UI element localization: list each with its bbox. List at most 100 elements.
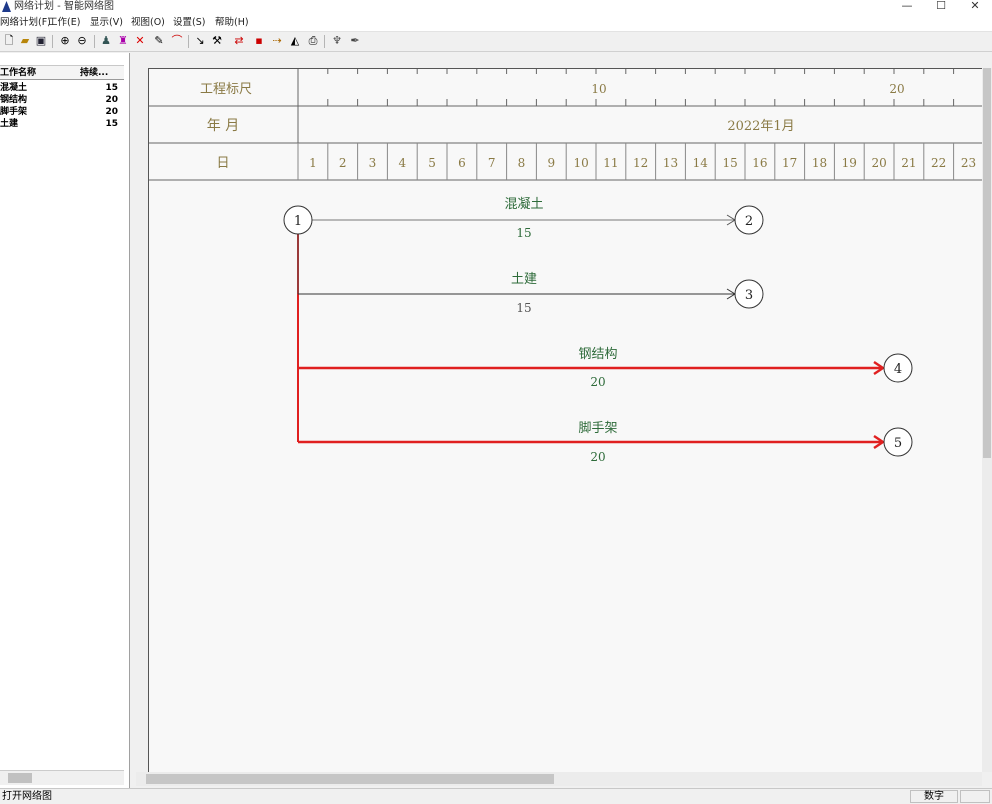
day-cell-7: 7: [488, 156, 496, 170]
activity-name: 钢结构: [578, 347, 617, 362]
status-pane-numlock: 数字: [910, 790, 958, 803]
print-icon[interactable]: ⎙: [306, 34, 320, 48]
zoom-out-icon[interactable]: ⊖: [75, 34, 89, 48]
activity-name: 土建: [511, 272, 537, 287]
day-cell-6: 6: [458, 156, 466, 170]
task-row[interactable]: 钢结构 20: [0, 95, 124, 106]
status-text: 打开网络图: [2, 791, 52, 802]
day-cell-8: 8: [518, 156, 526, 170]
network-diagram: 1 2 3 4 5 6 7 8 9 10 11 12 13 14 15 16 17 18 19 20 21 22 23 工程…: [149, 69, 982, 464]
menu-help[interactable]: 帮助(H): [215, 16, 249, 30]
day-cell-4: 4: [398, 156, 406, 170]
column-header-name[interactable]: 工作名称: [0, 66, 36, 80]
window-title: 网络计划 - 智能网络图: [14, 1, 114, 12]
network-diagram-canvas[interactable]: 1 2 3 4 5 6 7 8 9 10 11 12 13 14 15 16 17 18 19 20 21 22 23 工程…: [148, 68, 982, 772]
day-cell-16: 16: [752, 156, 767, 170]
toolbar: 🗋 ▰ ▣ ⊕ ⊖ ♟ ♜ ✕ ✎ ⌒ ↘ ⚒ ⇄ ▪ ⇢ ◭ ⎙ ♆ ✒: [0, 32, 992, 52]
app-window: 网络计划 - 智能网络图 — ☐ ✕ 网络计划(F) 工作(E) 显示(V) 视…: [0, 0, 992, 804]
menu-settings[interactable]: 设置(S): [173, 16, 205, 30]
arrow-icon[interactable]: ⇢: [270, 34, 284, 48]
pointer-icon[interactable]: ↘: [193, 34, 207, 48]
year-month-label: 年 月: [207, 118, 239, 134]
scrollbar-thumb[interactable]: [146, 774, 554, 784]
node-5[interactable]: 5: [883, 427, 913, 457]
day-cell-13: 13: [663, 156, 678, 170]
canvas-horizontal-scrollbar[interactable]: [136, 772, 982, 786]
brush-icon[interactable]: ✒: [348, 34, 362, 48]
day-cell-17: 17: [782, 156, 797, 170]
node-3[interactable]: 3: [734, 279, 764, 309]
scrollbar-thumb[interactable]: [8, 773, 32, 783]
bottle-icon[interactable]: ♜: [116, 34, 130, 48]
node-icon[interactable]: ▪: [252, 34, 266, 48]
delete-icon[interactable]: ✕: [133, 34, 147, 48]
day-cell-23: 23: [961, 156, 976, 170]
activity-name: 脚手架: [578, 420, 617, 436]
activity-duration: 20: [590, 375, 605, 389]
day-label: 日: [216, 156, 229, 171]
task-row[interactable]: 混凝土 15: [0, 83, 124, 94]
task-list-horizontal-scrollbar[interactable]: [0, 770, 124, 785]
curve-icon[interactable]: ⌒: [170, 34, 184, 48]
activity-name: 混凝土: [504, 196, 543, 212]
menu-view[interactable]: 视图(O): [131, 16, 165, 30]
task-list-pane: 工作名称 持续... 混凝土 15 钢结构 20 脚手架 20 土建 15: [0, 53, 130, 788]
activity-duration: 15: [516, 301, 531, 315]
link-icon[interactable]: ⇄: [232, 34, 246, 48]
day-cell-19: 19: [842, 156, 857, 170]
activity-duration: 15: [516, 226, 531, 240]
day-cell-3: 3: [369, 156, 377, 170]
node-2[interactable]: 2: [734, 205, 764, 235]
menu-display[interactable]: 显示(V): [90, 16, 123, 30]
activities: 混凝土 15 土建 15 钢结构 20 脚手架 20: [297, 196, 886, 464]
year-month-value: 2022年1月: [727, 119, 794, 134]
minimize-button[interactable]: —: [892, 0, 922, 14]
save-icon[interactable]: ▣: [34, 34, 48, 48]
day-cell-1: 1: [309, 156, 317, 170]
day-cell-9: 9: [547, 156, 555, 170]
app-logo-icon: [2, 1, 11, 12]
ruler-mark-20: 20: [889, 82, 904, 96]
activity-duration: 20: [590, 450, 605, 464]
canvas-vertical-scrollbar[interactable]: [982, 68, 992, 772]
svg-text:1: 1: [294, 214, 302, 229]
svg-text:4: 4: [894, 362, 902, 377]
ruler-label: 工程标尺: [200, 82, 252, 97]
day-cell-5: 5: [428, 156, 436, 170]
day-cell-21: 21: [901, 156, 916, 170]
title-bar: 网络计划 - 智能网络图 — ☐ ✕: [0, 0, 992, 14]
status-pane-empty: [960, 790, 990, 803]
day-cell-20: 20: [871, 156, 886, 170]
tool-icon[interactable]: ♆: [330, 34, 344, 48]
maximize-button[interactable]: ☐: [926, 0, 956, 14]
open-folder-icon[interactable]: ▰: [18, 34, 32, 48]
column-header-duration[interactable]: 持续...: [80, 66, 108, 80]
task-row[interactable]: 土建 15: [0, 119, 124, 130]
menu-network-plan[interactable]: 网络计划(F): [0, 16, 51, 30]
pen-icon[interactable]: ✎: [152, 34, 166, 48]
day-cell-22: 22: [931, 156, 946, 170]
svg-text:2: 2: [745, 214, 753, 229]
day-cell-12: 12: [633, 156, 648, 170]
node-4[interactable]: 4: [883, 353, 913, 383]
day-cell-18: 18: [812, 156, 827, 170]
ruler-mark-10: 10: [591, 82, 606, 96]
task-row[interactable]: 脚手架 20: [0, 107, 124, 118]
new-file-icon[interactable]: 🗋: [2, 34, 16, 48]
menu-work[interactable]: 工作(E): [48, 16, 80, 30]
task-list-header: 工作名称 持续...: [0, 65, 124, 80]
chart-icon[interactable]: ◭: [288, 34, 302, 48]
scrollbar-thumb[interactable]: [983, 68, 991, 458]
hammer-icon[interactable]: ⚒: [210, 34, 224, 48]
close-button[interactable]: ✕: [960, 0, 990, 14]
day-cell-11: 11: [603, 156, 618, 170]
svg-text:5: 5: [894, 436, 902, 451]
menu-bar: 网络计划(F) 工作(E) 显示(V) 视图(O) 设置(S) 帮助(H): [0, 14, 992, 32]
node-1[interactable]: 1: [283, 205, 313, 235]
timeline-header: 1 2 3 4 5 6 7 8 9 10 11 12 13 14 15 16 17 18 19 20 21 22 23 工程…: [149, 69, 982, 181]
day-cell-15: 15: [722, 156, 737, 170]
person-icon[interactable]: ♟: [99, 34, 113, 48]
day-cell-10: 10: [573, 156, 588, 170]
zoom-in-icon[interactable]: ⊕: [58, 34, 72, 48]
day-cell-2: 2: [339, 156, 347, 170]
